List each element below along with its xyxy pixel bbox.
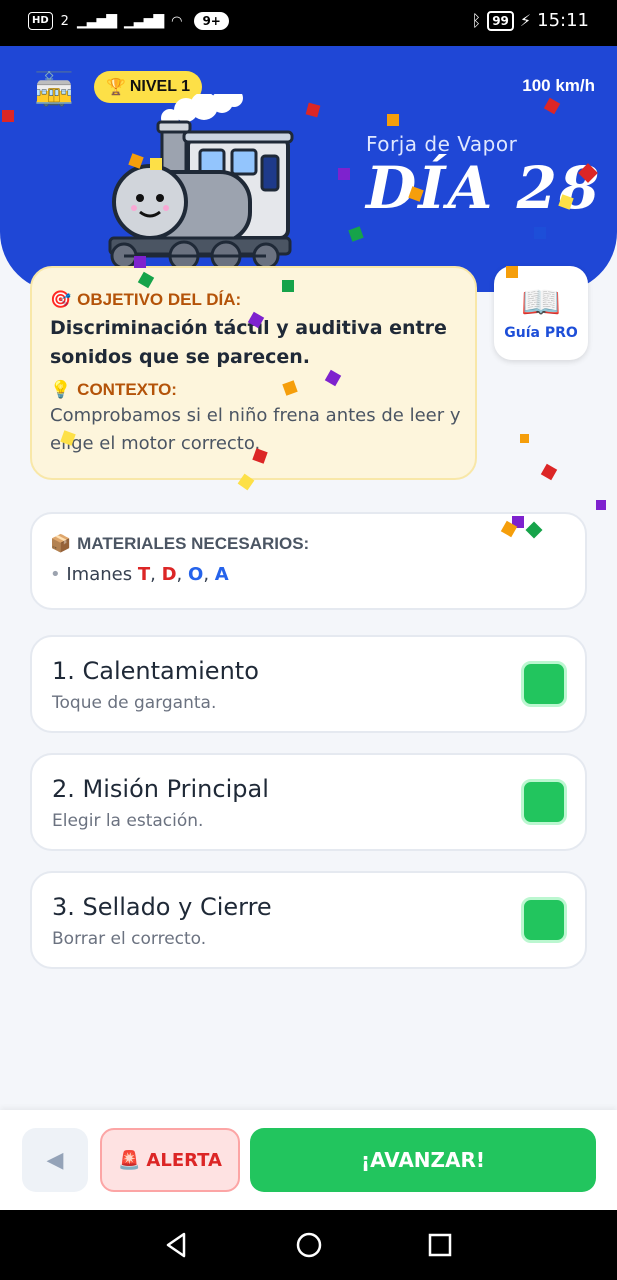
siren-icon: 🚨 — [118, 1149, 141, 1171]
confetti-piece — [540, 463, 558, 481]
guide-label: Guía PRO — [504, 325, 578, 341]
confetti-piece — [596, 500, 606, 510]
context-label: CONTEXTO: — [77, 380, 177, 399]
notification-count: 9+ — [194, 12, 229, 30]
back-button[interactable]: ◀ — [22, 1128, 88, 1192]
step-checkbox[interactable] — [521, 779, 567, 825]
nav-recents-icon[interactable] — [425, 1230, 455, 1260]
hd-label: HD — [32, 15, 49, 26]
materials-item: • Imanes T, D, O, A — [50, 564, 567, 585]
hd-icon: HD — [28, 12, 53, 30]
status-bar: HD 2 ▁▃▅▇ ▁▃▅▇ ◠ 9+ ᛒ 99 ⚡ 15:11 — [0, 0, 617, 46]
back-arrow-icon: ◀ — [46, 1147, 64, 1173]
charging-icon: ⚡ — [519, 11, 532, 30]
step-card-warmup[interactable]: 1. Calentamiento Toque de garganta. — [30, 635, 587, 733]
advance-button[interactable]: ¡AVANZAR! — [250, 1128, 596, 1192]
objective-text: Discriminación táctil y auditiva entre s… — [50, 317, 447, 368]
material-letter-o: O — [188, 564, 204, 585]
objective-card: 🎯 OBJETIVO DEL DÍA: Discriminación tácti… — [30, 266, 477, 480]
materials-separator: , — [203, 564, 210, 585]
advance-label: ¡AVANZAR! — [360, 1148, 486, 1172]
book-icon: 📖 — [521, 283, 561, 321]
speed-indicator: 100 km/h — [522, 76, 595, 95]
step-checkbox[interactable] — [521, 897, 567, 943]
sim-label: 2 — [60, 13, 69, 29]
lightbulb-icon: 💡 — [50, 380, 72, 399]
alert-label: ALERTA — [146, 1149, 222, 1171]
nav-home-icon[interactable] — [294, 1230, 324, 1260]
bottom-action-bar: ◀ 🚨 ALERTA ¡AVANZAR! — [0, 1110, 617, 1210]
step-subtitle: Toque de garganta. — [52, 693, 217, 713]
material-letter-a: A — [214, 564, 229, 585]
signal-icon-2: ▁▃▅▇ — [124, 13, 164, 29]
nav-back-icon[interactable] — [162, 1230, 192, 1260]
material-letter-t: T — [137, 564, 151, 585]
materials-label: MATERIALES NECESARIOS: — [77, 534, 310, 553]
bluetooth-icon: ᛒ — [471, 11, 482, 30]
step-title: 2. Misión Principal — [52, 775, 269, 803]
materials-card: 📦 MATERIALES NECESARIOS: • Imanes T, D, … — [30, 512, 587, 610]
tram-icon[interactable]: 🚋 — [34, 70, 74, 108]
target-icon: 🎯 — [50, 290, 72, 309]
clock: 15:11 — [537, 10, 589, 31]
wifi-icon: ◠ — [171, 13, 183, 29]
objective-heading: 🎯 OBJETIVO DEL DÍA: — [50, 290, 457, 310]
materials-prefix: Imanes — [66, 564, 133, 585]
materials-separator: , — [150, 564, 156, 585]
step-title: 1. Calentamiento — [52, 657, 259, 685]
day-header: 🚋 🏆 NIVEL 1 100 km/h Forja de Vapor DÍA … — [0, 46, 617, 292]
material-letter-d: D — [161, 564, 177, 585]
confetti-piece — [520, 434, 529, 443]
steam-train-illustration — [108, 94, 294, 272]
step-card-main-mission[interactable]: 2. Misión Principal Elegir la estación. — [30, 753, 587, 851]
objective-label: OBJETIVO DEL DÍA: — [77, 290, 242, 309]
context-heading: 💡 CONTEXTO: — [50, 380, 457, 400]
world-name: Forja de Vapor — [366, 132, 518, 156]
step-checkbox[interactable] — [521, 661, 567, 707]
materials-bullet: • — [50, 564, 61, 585]
materials-heading: 📦 MATERIALES NECESARIOS: — [50, 534, 567, 554]
step-title: 3. Sellado y Cierre — [52, 893, 272, 921]
step-card-closing[interactable]: 3. Sellado y Cierre Borrar el correcto. — [30, 871, 587, 969]
alert-button[interactable]: 🚨 ALERTA — [100, 1128, 240, 1192]
package-icon: 📦 — [50, 534, 72, 553]
step-subtitle: Elegir la estación. — [52, 811, 204, 831]
step-subtitle: Borrar el correcto. — [52, 929, 207, 949]
context-text: Comprobamos si el niño frena antes de le… — [50, 405, 461, 454]
materials-separator: , — [176, 564, 183, 585]
system-nav-bar — [0, 1210, 617, 1280]
day-title: DÍA 28 — [366, 154, 602, 222]
battery-level: 99 — [487, 10, 514, 31]
guide-pro-button[interactable]: 📖 Guía PRO — [494, 266, 588, 360]
signal-icon: ▁▃▅▇ — [76, 13, 117, 29]
